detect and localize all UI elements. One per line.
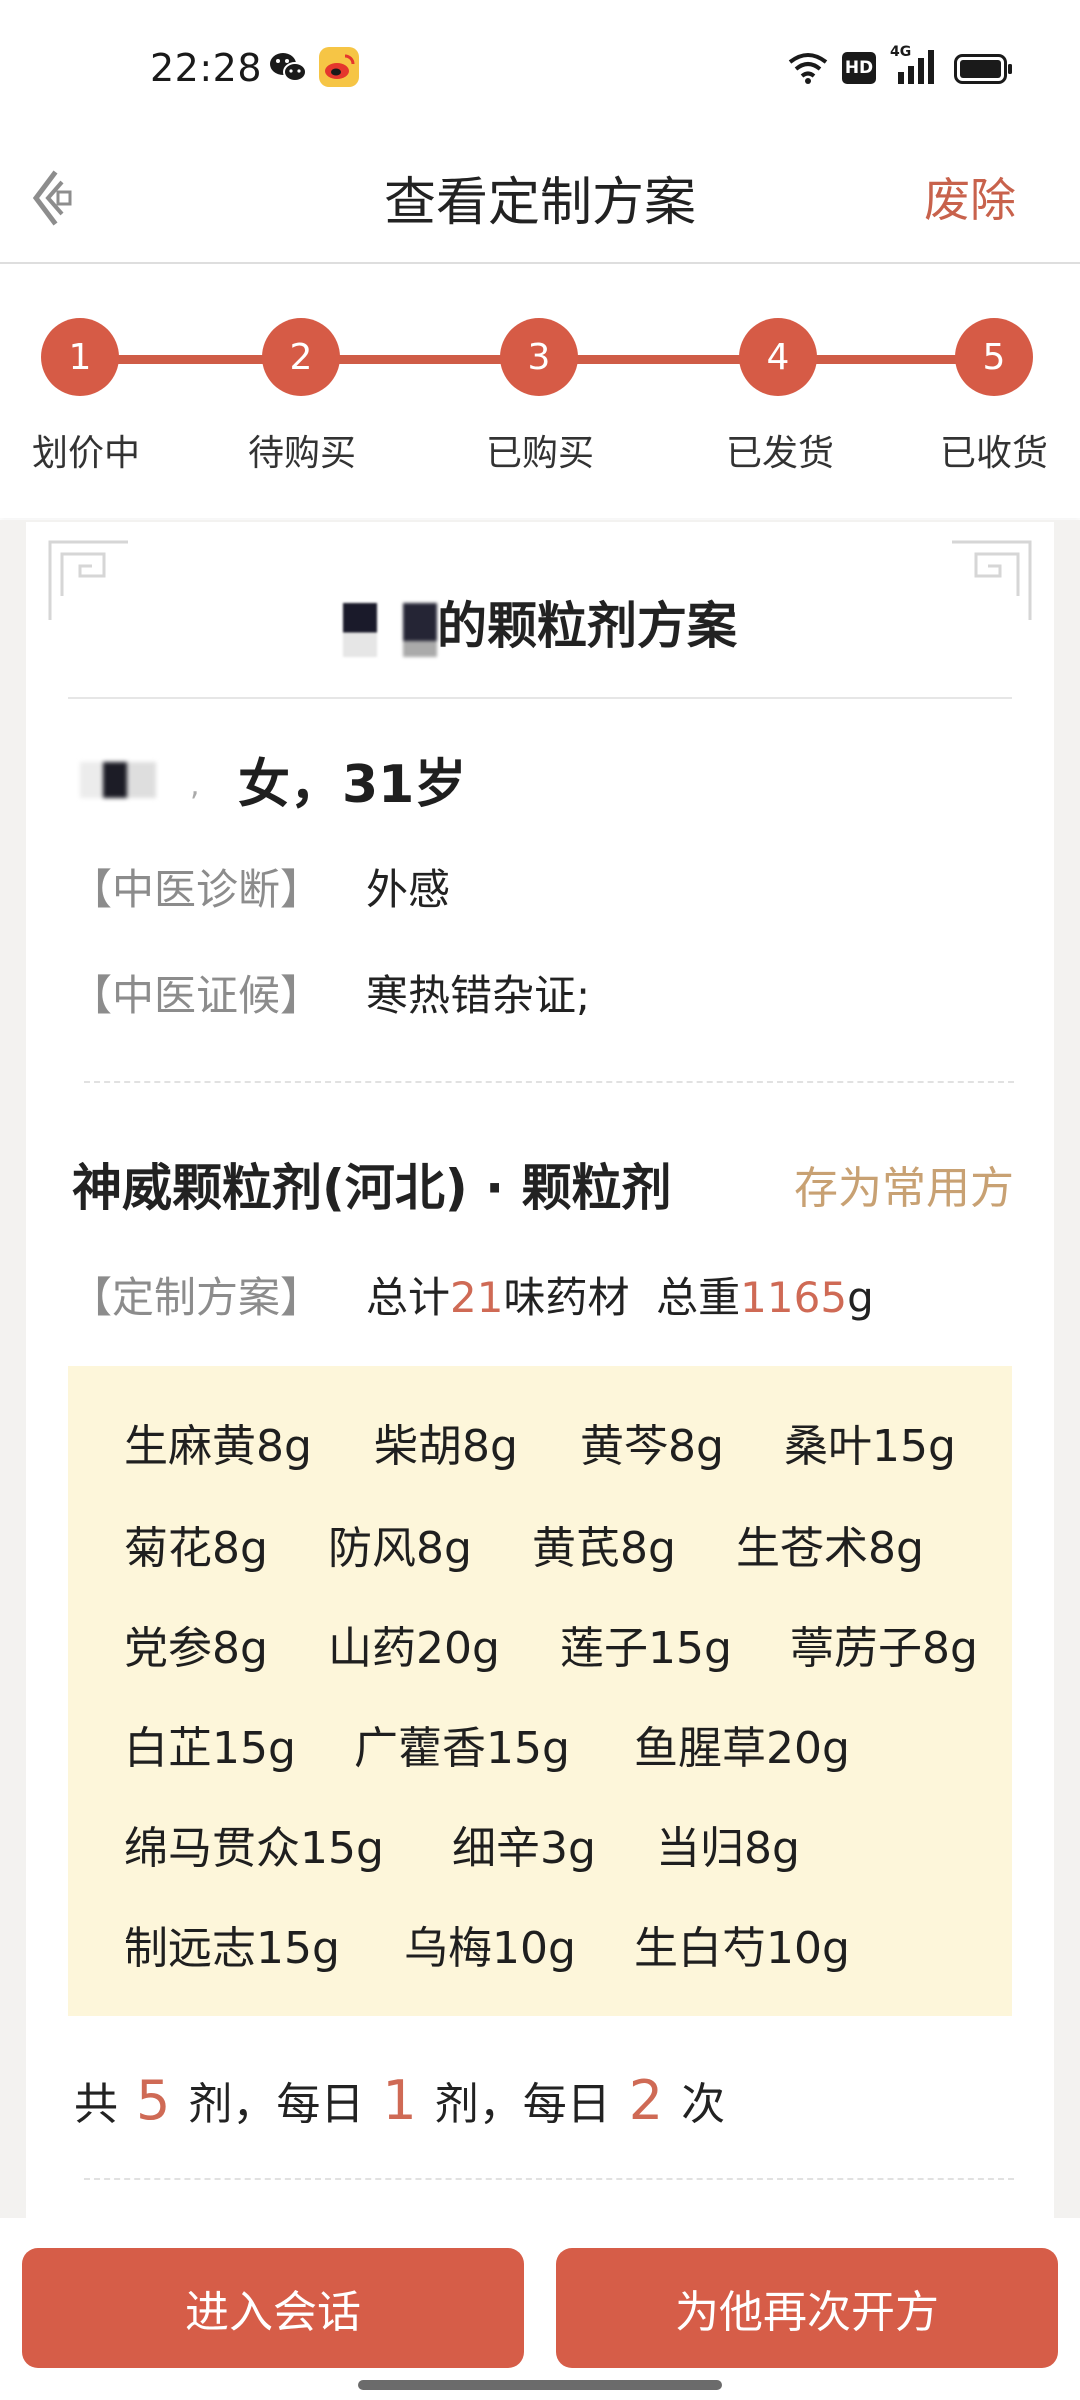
weibo-icon [319, 47, 359, 87]
herb-item: 党参8g [124, 1623, 268, 1674]
dosage-text-1: 共 [74, 2079, 118, 2130]
prescription-title-text: 的颗粒剂方案 [437, 597, 737, 655]
syndrome-label: 【中医证候】 [70, 971, 323, 1020]
redacted-name-mask-2 [403, 602, 437, 657]
herb-item: 葶苈子8g [790, 1623, 978, 1674]
herb-count: 21 [450, 1273, 504, 1322]
herb-item: 当归8g [656, 1823, 800, 1874]
herb-item: 广藿香15g [354, 1723, 570, 1774]
herb-item: 白芷15g [124, 1723, 296, 1774]
plan-summary: 总计21味药材 总重1165g [366, 1264, 874, 1325]
represcribe-button[interactable]: 为他再次开方 [556, 2248, 1058, 2368]
title-divider [68, 697, 1012, 699]
herb-item: 生白芍10g [634, 1923, 850, 1974]
herb-item: 黄芩8g [580, 1421, 724, 1472]
abolish-button[interactable]: 废除 [924, 164, 1016, 230]
herb-item: 绵马贯众15g [124, 1823, 384, 1874]
redacted-separator: , [190, 768, 200, 803]
herb-item: 鱼腥草20g [634, 1723, 850, 1774]
step-4-circle: 4 [739, 318, 817, 396]
herb-item: 黄芪8g [532, 1523, 676, 1574]
plan-label: 【定制方案】 [70, 1273, 323, 1322]
herb-item: 乌梅10g [404, 1923, 576, 1974]
battery-icon [954, 54, 1012, 84]
section-divider [84, 1081, 1014, 1083]
step-3-label: 已购买 [485, 433, 595, 474]
weight-unit: g [847, 1273, 874, 1322]
herb-item: 莲子15g [560, 1623, 732, 1674]
summary-middle: 味药材 总重 [503, 1273, 741, 1322]
dosage-text-4: 次 [681, 2079, 726, 2130]
status-time: 22:28 [150, 46, 263, 90]
order-progress-stepper: 1 2 3 4 5 划价中 待购买 已购买 已发货 已收货 [0, 266, 1080, 518]
dosage-text-2: 剂，每日 [188, 2079, 365, 2130]
redacted-patient-name [80, 762, 156, 798]
dose-count: 5 [136, 2069, 171, 2132]
step-2-label: 待购买 [247, 433, 357, 474]
herb-item: 生麻黄8g [124, 1421, 312, 1472]
diagnosis-value: 外感 [366, 865, 451, 914]
patient-gender-age: 女，31岁 [238, 755, 467, 815]
step-5-label: 已收货 [939, 433, 1049, 474]
step-5-circle: 5 [955, 318, 1033, 396]
page-title: 查看定制方案 [383, 173, 696, 233]
redacted-name-mask [343, 602, 377, 657]
prescription-title: 的颗粒剂方案 [0, 586, 1080, 658]
step-4-label: 已发货 [725, 433, 835, 474]
herb-item: 柴胡8g [374, 1421, 518, 1472]
summary-prefix: 总计 [366, 1273, 451, 1322]
signal-4g-icon: 4G [890, 44, 938, 86]
home-indicator[interactable] [358, 2380, 722, 2390]
herb-item: 生苍术8g [736, 1523, 924, 1574]
formula-name: 神威颗粒剂(河北) · 颗粒剂 [72, 1159, 672, 1217]
step-3-circle: 3 [500, 318, 578, 396]
herb-item: 细辛3g [452, 1823, 596, 1874]
herb-item: 桑叶15g [784, 1421, 956, 1472]
hd-icon: HD [842, 52, 876, 84]
step-1-label: 划价中 [31, 433, 141, 474]
status-bar: 22:28 HD 4G [0, 0, 1080, 140]
times-per-day: 2 [628, 2069, 664, 2132]
herb-item: 山药20g [328, 1623, 500, 1674]
herb-item: 防风8g [328, 1523, 472, 1574]
syndrome-value: 寒热错杂证; [366, 971, 591, 1020]
wifi-icon [788, 53, 828, 84]
nav-bar: 查看定制方案 废除 [0, 140, 1080, 264]
doses-per-day: 1 [382, 2069, 417, 2132]
step-1-circle: 1 [41, 318, 119, 396]
total-weight: 1165 [740, 1273, 848, 1322]
herb-item: 菊花8g [124, 1523, 268, 1574]
wechat-icon [270, 53, 307, 82]
bottom-divider [84, 2178, 1014, 2180]
dosage-instructions: 共 5 剂，每日 1 剂，每日 2 次 [74, 2068, 725, 2132]
enter-chat-button[interactable]: 进入会话 [22, 2248, 524, 2368]
save-as-favorite-button[interactable]: 存为常用方 [794, 1152, 1014, 1216]
diagnosis-label: 【中医诊断】 [70, 865, 323, 914]
dosage-text-3: 剂，每日 [434, 2079, 611, 2130]
herb-item: 制远志15g [124, 1923, 340, 1974]
step-2-circle: 2 [262, 318, 340, 396]
